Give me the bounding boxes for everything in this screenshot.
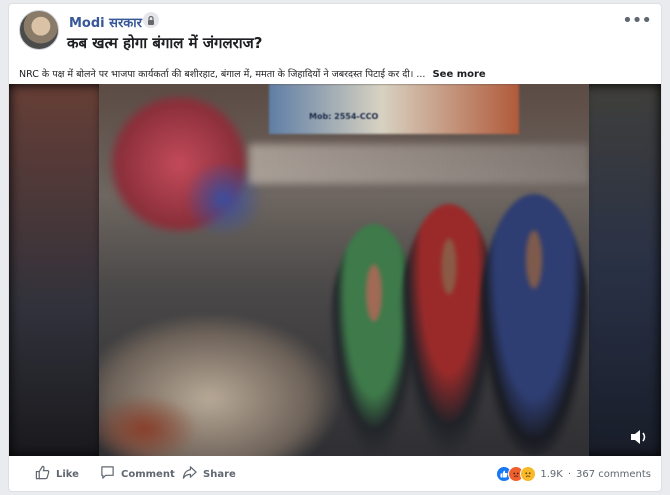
reaction-summary: 1.9K · 367 comments (496, 463, 651, 485)
comment-icon (100, 465, 115, 483)
video-player[interactable]: Mob: 2554-CCO (9, 84, 661, 456)
thumbs-up-icon (35, 465, 50, 483)
shop-sign (269, 84, 519, 134)
share-button[interactable]: Share (182, 463, 236, 485)
like-button[interactable]: Like (35, 463, 79, 485)
crowd-person (479, 194, 589, 456)
post-actions: Like Comment Share 1.9K · 367 comments (9, 460, 661, 490)
video-frame: Mob: 2554-CCO (99, 84, 589, 456)
comment-button[interactable]: Comment (100, 463, 175, 485)
like-label: Like (56, 468, 79, 480)
page-avatar[interactable] (19, 10, 59, 50)
more-options-icon[interactable]: ••• (622, 10, 652, 31)
shop-light (249, 144, 589, 184)
video-blur-right (581, 84, 661, 456)
post-card: Modi सरकार ••• कब खत्म होगा बंगाल में जं… (8, 3, 662, 492)
globe-lock-icon (143, 12, 159, 28)
post-headline: कब खत्म होगा बंगाल में जंगलराज? (67, 34, 263, 52)
caption-text: NRC के पक्ष में बोलने पर भाजपा कार्यकर्त… (19, 69, 426, 80)
share-icon (182, 465, 197, 483)
post-caption: NRC के पक्ष में बोलने पर भाजपा कार्यकर्त… (19, 67, 654, 80)
share-label: Share (203, 468, 236, 480)
comment-count[interactable]: 367 comments (576, 469, 651, 480)
volume-icon[interactable] (629, 428, 649, 446)
video-blur-left (9, 84, 104, 456)
page-name[interactable]: Modi सरकार (69, 13, 142, 31)
stats-separator: · (567, 468, 571, 480)
shop-sign-text: Mob: 2554-CCO (309, 112, 379, 121)
see-more-link[interactable]: See more (432, 69, 485, 80)
reaction-count[interactable]: 1.9K (540, 469, 562, 480)
comment-label: Comment (121, 468, 175, 480)
sad-reaction-icon (520, 466, 537, 482)
